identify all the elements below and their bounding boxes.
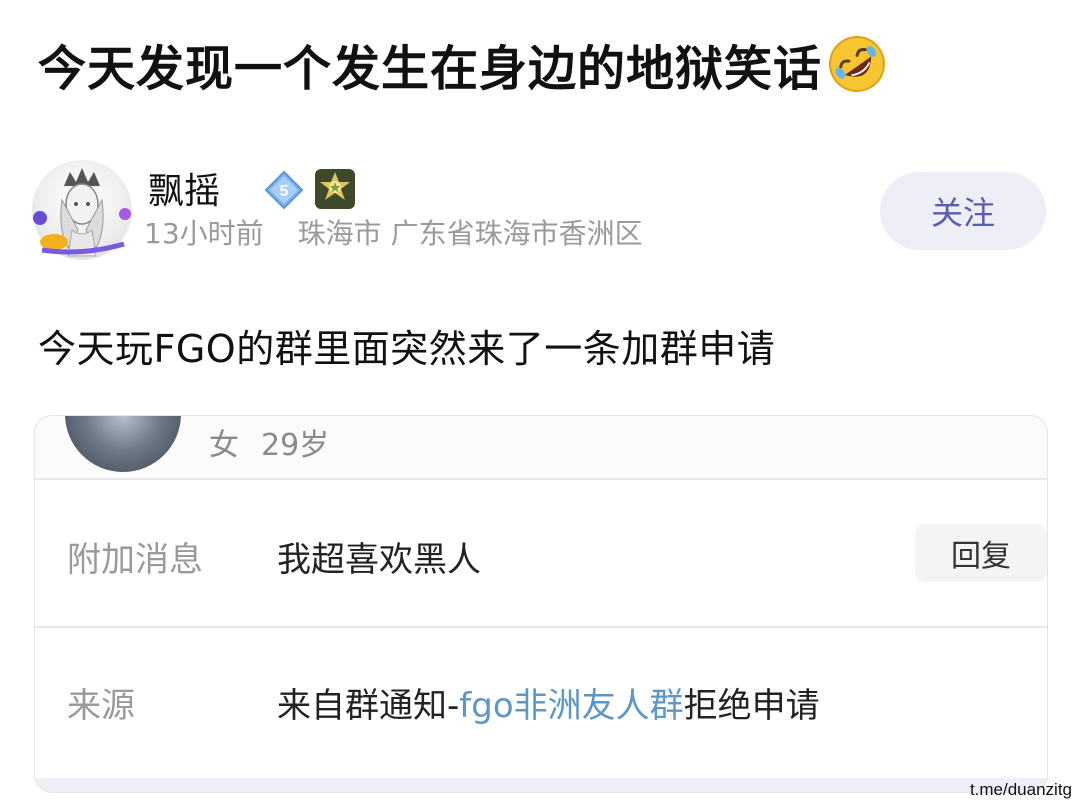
message-value: 我超喜欢黑人 [277, 540, 481, 580]
post-time: 13小时前 [144, 217, 264, 250]
source-value: 来自群通知-fgo非洲友人群拒绝申请 [277, 678, 820, 727]
post-location: 广东省珠海市香洲区 [390, 217, 643, 250]
applicant-age: 29岁 [261, 428, 330, 463]
post-title: 今天发现一个发生在身边的地狱笑话 [38, 24, 1038, 104]
post-city: 珠海市 [297, 217, 382, 250]
medal-icon [314, 168, 356, 210]
post-meta: 13小时前 珠海市 广东省珠海市香洲区 [144, 212, 643, 252]
applicant-avatar [65, 416, 181, 472]
post-title-text: 今天发现一个发生在身边的地狱笑话 [38, 41, 823, 97]
applicant-gender: 女 [209, 428, 239, 463]
embedded-screenshot[interactable]: 女 29岁 附加消息 我超喜欢黑人 回复 来源 来自群通知-fgo非洲友人群拒绝申… [34, 415, 1048, 793]
message-row: 附加消息 我超喜欢黑人 回复 [35, 480, 1047, 626]
card-bottom-strip [35, 778, 1047, 792]
applicant-header: 女 29岁 [35, 416, 1047, 478]
author-avatar[interactable] [32, 160, 132, 260]
level-number: 5 [280, 183, 289, 200]
reply-button[interactable]: 回复 [915, 524, 1047, 582]
watermark: t.me/duanzitg [969, 780, 1072, 799]
author-name[interactable]: 飘摇 [148, 162, 220, 214]
rolling-on-floor-laughing-icon [828, 35, 886, 93]
applicant-info: 女 29岁 [209, 420, 329, 464]
post-page: 今天发现一个发生在身边的地狱笑话 飘摇 5 13小时前 珠海市 广东省珠海市香洲… [0, 0, 1080, 806]
follow-button[interactable]: 关注 [880, 172, 1046, 250]
source-suffix: 拒绝申请 [683, 686, 820, 726]
level-diamond-icon: 5 [264, 170, 304, 210]
post-body: 今天玩FGO的群里面突然来了一条加群申请 [38, 327, 776, 371]
source-group-link[interactable]: fgo非洲友人群 [459, 686, 683, 726]
message-label: 附加消息 [67, 540, 203, 580]
author-row: 飘摇 5 13小时前 珠海市 广东省珠海市香洲区 关注 [32, 160, 1048, 260]
source-row: 来源 来自群通知-fgo非洲友人群拒绝申请 [35, 628, 1047, 778]
source-prefix: 来自群通知- [277, 686, 460, 726]
source-label: 来源 [67, 686, 135, 726]
